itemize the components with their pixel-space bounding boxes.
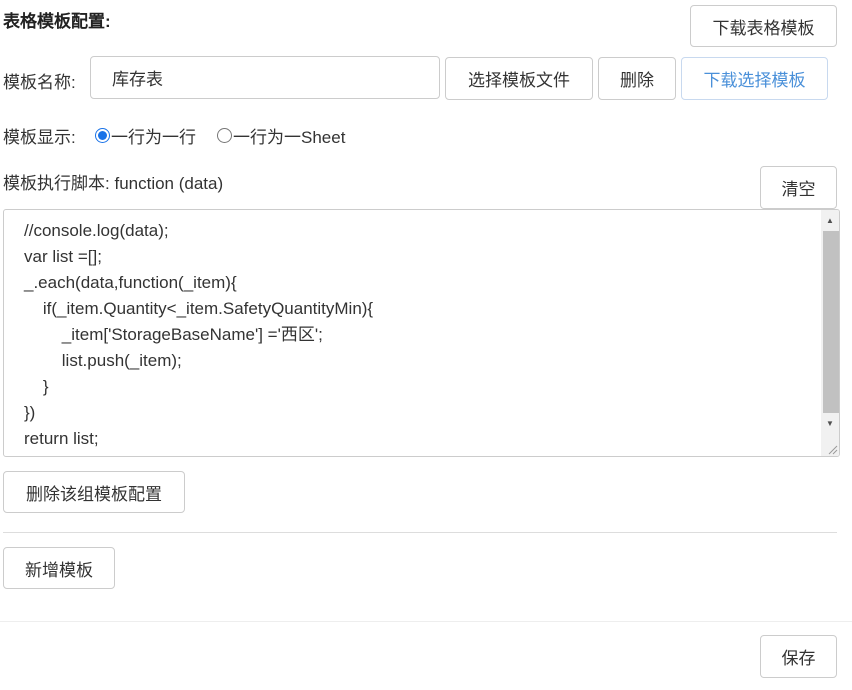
footer-divider (0, 621, 852, 622)
script-label: 模板执行脚本: function (data) (3, 169, 223, 194)
download-selected-template-button[interactable]: 下载选择模板 (681, 57, 828, 100)
vertical-scrollbar[interactable]: ▲ ▼ (821, 210, 839, 456)
template-name-input[interactable] (90, 56, 440, 99)
scroll-up-icon[interactable]: ▲ (821, 211, 839, 229)
radio-unchecked-icon[interactable] (217, 128, 232, 143)
radio-option-row-per-sheet[interactable]: 一行为一Sheet (217, 123, 345, 148)
resize-grip-icon[interactable] (826, 443, 838, 455)
delete-button[interactable]: 删除 (598, 57, 676, 100)
delete-template-group-button[interactable]: 删除该组模板配置 (3, 471, 185, 513)
clear-button[interactable]: 清空 (760, 166, 837, 209)
script-signature: function (data) (114, 174, 224, 193)
select-template-file-button[interactable]: 选择模板文件 (445, 57, 593, 100)
script-textarea[interactable]: //console.log(data); var list =[]; _.eac… (3, 209, 840, 457)
radio-checked-icon[interactable] (95, 128, 110, 143)
section-title: 表格模板配置: (3, 12, 111, 31)
add-template-button[interactable]: 新增模板 (3, 547, 115, 589)
script-label-text: 模板执行脚本: (3, 174, 110, 193)
template-name-label: 模板名称: (3, 73, 76, 92)
script-code[interactable]: //console.log(data); var list =[]; _.eac… (24, 218, 373, 452)
divider (3, 532, 837, 533)
scroll-thumb[interactable] (823, 231, 839, 413)
radio-option-row-per-row[interactable]: 一行为一行 (95, 123, 196, 148)
save-button[interactable]: 保存 (760, 635, 837, 678)
radio-label: 一行为一行 (111, 128, 196, 147)
template-display-label: 模板显示: (3, 128, 76, 147)
download-table-template-button[interactable]: 下载表格模板 (690, 5, 837, 47)
radio-label: 一行为一Sheet (233, 128, 346, 147)
scroll-down-icon[interactable]: ▼ (821, 414, 839, 432)
